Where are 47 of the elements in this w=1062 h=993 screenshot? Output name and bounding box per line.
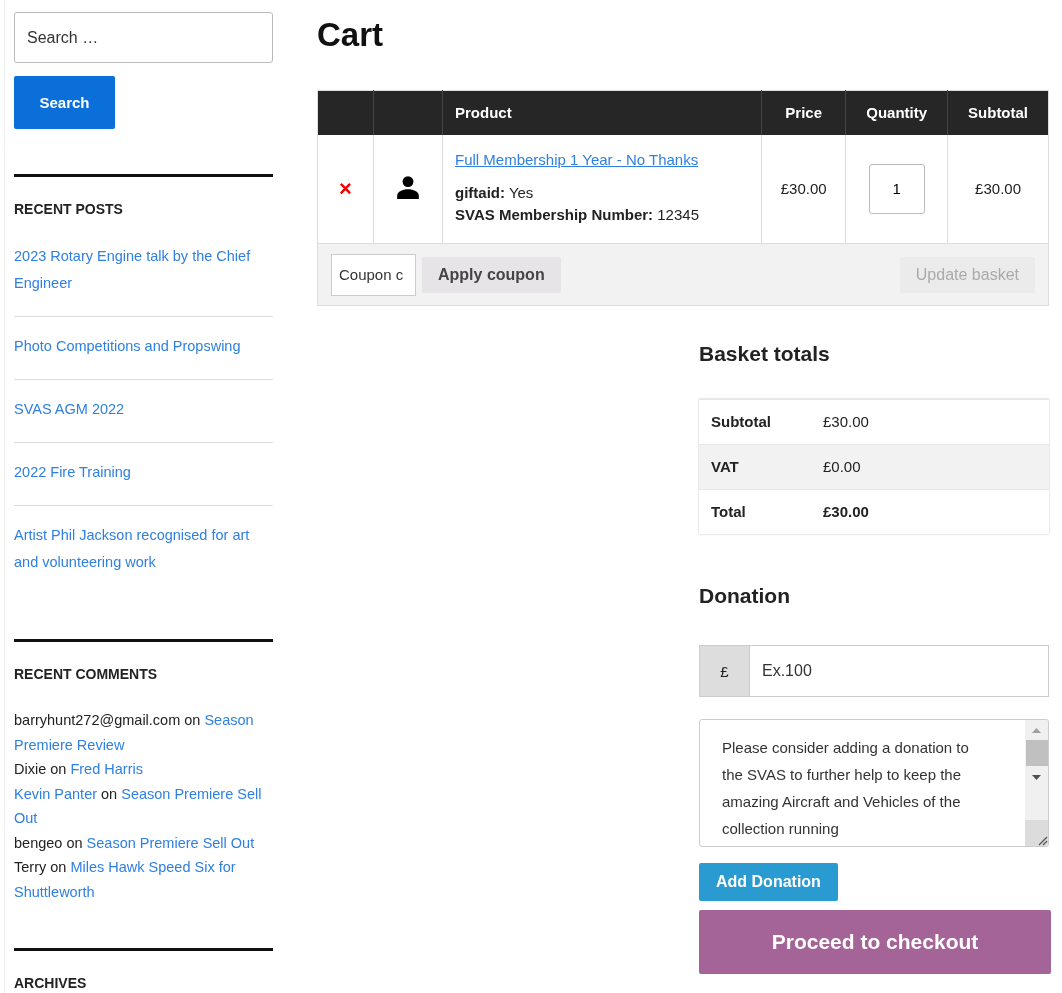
comment-entry: Kevin Panter on Season Premiere Sell Out (14, 784, 263, 828)
page-title: Cart (317, 16, 385, 54)
totals-label: Total (711, 503, 746, 521)
comment-entry: barryhunt272@gmail.com on Season Premiere Review (14, 711, 255, 755)
price-cell: £30.00 (780, 180, 827, 197)
post-link[interactable]: 2022 Fire Training (14, 459, 273, 486)
subtotal-cell: £30.00 (975, 180, 1021, 197)
scrollbar-thumb[interactable] (1025, 740, 1048, 766)
apply-coupon-button[interactable]: Apply coupon (422, 256, 561, 293)
totals-label: Subtotal (711, 413, 771, 430)
comment-entry: bengeo on Season Premiere Sell Out (14, 833, 256, 853)
widget-title: ARCHIVES (14, 975, 88, 991)
donation-field[interactable]: Ex.100 (749, 645, 1049, 697)
scrollbar[interactable] (1025, 720, 1048, 846)
checkout-button[interactable]: Proceed to checkout (699, 910, 1051, 974)
add-donation-button[interactable]: Add Donation (699, 863, 838, 901)
remove-item-button[interactable]: × (339, 175, 352, 201)
column-header: Quantity (866, 104, 928, 122)
donation-message: Please consider adding a donation to the SVAS to further help to keep the amazing Aircraft and Vehicles of the collection running (721, 738, 970, 839)
totals-value: £0.00 (823, 458, 861, 475)
search-field[interactable]: Search … (14, 12, 273, 63)
currency-label: £ (699, 645, 749, 697)
header-cell (317, 90, 374, 135)
column-header: Product (455, 104, 512, 122)
coupon-field[interactable]: Coupon c (331, 253, 416, 296)
quantity-field[interactable]: 1 (868, 163, 925, 214)
column-header: Subtotal (968, 104, 1029, 122)
totals-label: VAT (711, 458, 739, 475)
search-button[interactable]: Search (14, 76, 115, 129)
widget-title: RECENT COMMENTS (14, 666, 159, 682)
post-link[interactable]: 2023 Rotary Engine talk by the Chief Engineer (14, 243, 273, 297)
post-link[interactable]: Photo Competitions and Propswing (14, 333, 273, 360)
post-link[interactable]: SVAS AGM 2022 (14, 396, 273, 423)
totals-value: £30.00 (823, 503, 869, 521)
person-icon (395, 174, 421, 200)
product-meta: giftaid: Yes (455, 183, 535, 203)
comment-entry: Dixie on Fred Harris (14, 760, 144, 779)
section-title: Basket totals (699, 341, 831, 366)
resize-handle-icon[interactable] (1036, 834, 1048, 846)
product-meta: SVAS Membership Number: 12345 (455, 205, 700, 225)
column-header: Price (785, 104, 823, 122)
section-title: Donation (699, 584, 791, 608)
comment-entry: Terry on Miles Hawk Speed Six for Shuttleworth (14, 858, 237, 902)
product-link[interactable]: Full Membership 1 Year - No Thanks (455, 151, 699, 168)
totals-value: £30.00 (823, 413, 869, 430)
widget-title: RECENT POSTS (14, 201, 124, 217)
post-link[interactable]: Artist Phil Jackson recognised for art and volunteering work (14, 522, 273, 576)
